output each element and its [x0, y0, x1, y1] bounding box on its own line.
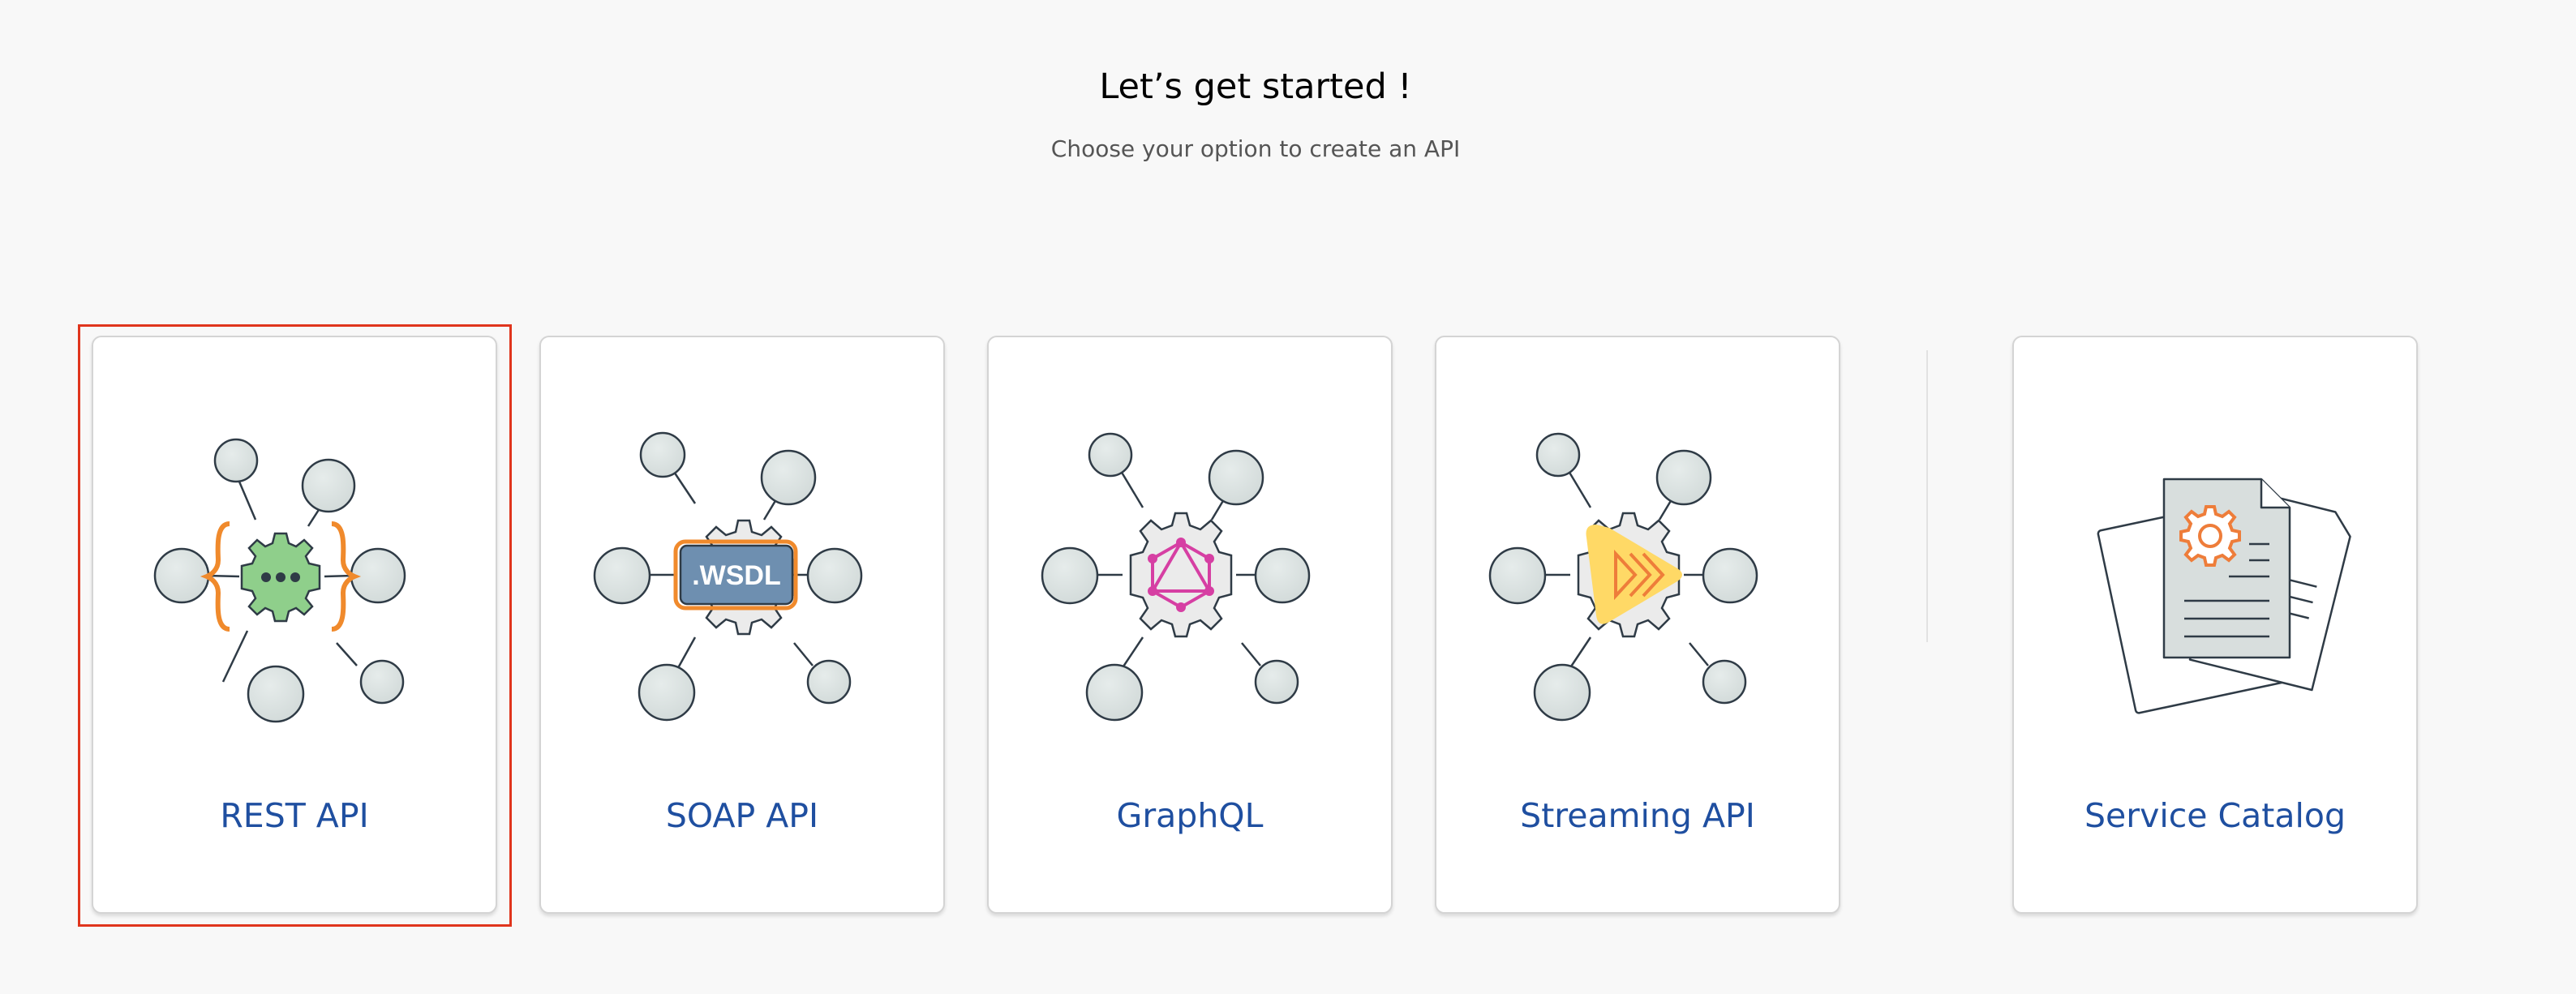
soap-api-label: SOAP API [665, 796, 819, 835]
graphql-label: GraphQL [1116, 796, 1264, 835]
page-subtitle: Choose your option to create an API [1050, 135, 1461, 162]
wsdl-badge-text: .WSDL [692, 560, 781, 591]
streaming-api-label: Streaming API [1520, 796, 1755, 835]
streaming-api-card[interactable]: Streaming API [1435, 336, 1840, 914]
service-catalog-icon [2097, 478, 2351, 714]
page-title: Let’s get started ! [1099, 66, 1412, 107]
streaming-api-icon [1488, 432, 1758, 722]
rest-api-icon [153, 438, 406, 723]
rest-api-card[interactable]: REST API [92, 336, 497, 914]
rest-api-label: REST API [220, 796, 369, 835]
soap-api-icon: .WSDL [593, 431, 863, 722]
section-divider [1926, 350, 1928, 642]
soap-api-card[interactable]: .WSDL SOAP API [539, 336, 945, 914]
create-api-page: Let’s get started ! Choose your option t… [0, 0, 2576, 994]
service-catalog-card[interactable]: Service Catalog [2012, 336, 2418, 914]
graphql-icon [1041, 432, 1311, 722]
service-catalog-label: Service Catalog [2084, 796, 2346, 835]
graphql-card[interactable]: GraphQL [987, 336, 1393, 914]
